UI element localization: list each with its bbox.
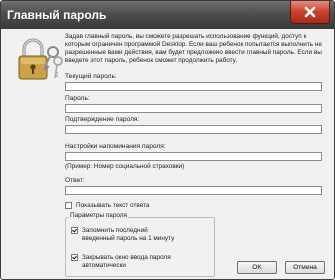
title-bar[interactable]: Главный пароль (1, 1, 334, 29)
current-password-field[interactable] (65, 82, 322, 91)
answer-field[interactable] (65, 186, 322, 195)
password-label: Пароль: (65, 95, 90, 102)
confirm-password-field[interactable] (65, 125, 322, 134)
confirm-password-label: Подтверждение пароля: (65, 116, 140, 123)
autoclose-checkbox[interactable] (71, 254, 78, 261)
autoclose-row[interactable]: Закрывать окно ввода пароля автоматическ… (71, 254, 181, 270)
password-options-legend: Параметры пароля (69, 212, 129, 219)
ok-button[interactable]: OK (237, 261, 277, 274)
remember-password-label: Запомнить последний введенный пароль на … (82, 227, 175, 242)
current-password-label: Текущий пароль: (65, 73, 117, 80)
password-hint-field[interactable] (65, 152, 322, 161)
padlock-with-keys-icon (17, 37, 63, 81)
window-title: Главный пароль (7, 8, 107, 22)
password-field[interactable] (65, 104, 322, 113)
master-password-dialog: Главный пароль Задав главный пароль, вы … (0, 0, 335, 280)
remember-password-checkbox[interactable] (71, 227, 78, 234)
show-answer-checkbox[interactable] (65, 202, 72, 209)
autoclose-label: Закрывать окно ввода пароля автоматическ… (82, 254, 171, 269)
show-answer-label: Показывать текст ответа (76, 202, 150, 209)
close-button[interactable] (290, 1, 330, 24)
password-hint-example: (Пример: Номер социальной страховки) (65, 163, 185, 170)
dialog-description: Задав главный пароль, вы сможете разреша… (65, 33, 322, 65)
answer-label: Ответ: (65, 177, 85, 184)
dialog-body: Задав главный пароль, вы сможете разреша… (1, 29, 334, 279)
show-answer-checkbox-row[interactable]: Показывать текст ответа (65, 202, 149, 209)
close-icon (304, 6, 316, 18)
remember-password-row[interactable]: Запомнить последний введенный пароль на … (71, 227, 181, 243)
cancel-button[interactable]: Отмена (285, 261, 325, 274)
password-hint-label: Настройки напоминания пароля: (65, 143, 166, 150)
